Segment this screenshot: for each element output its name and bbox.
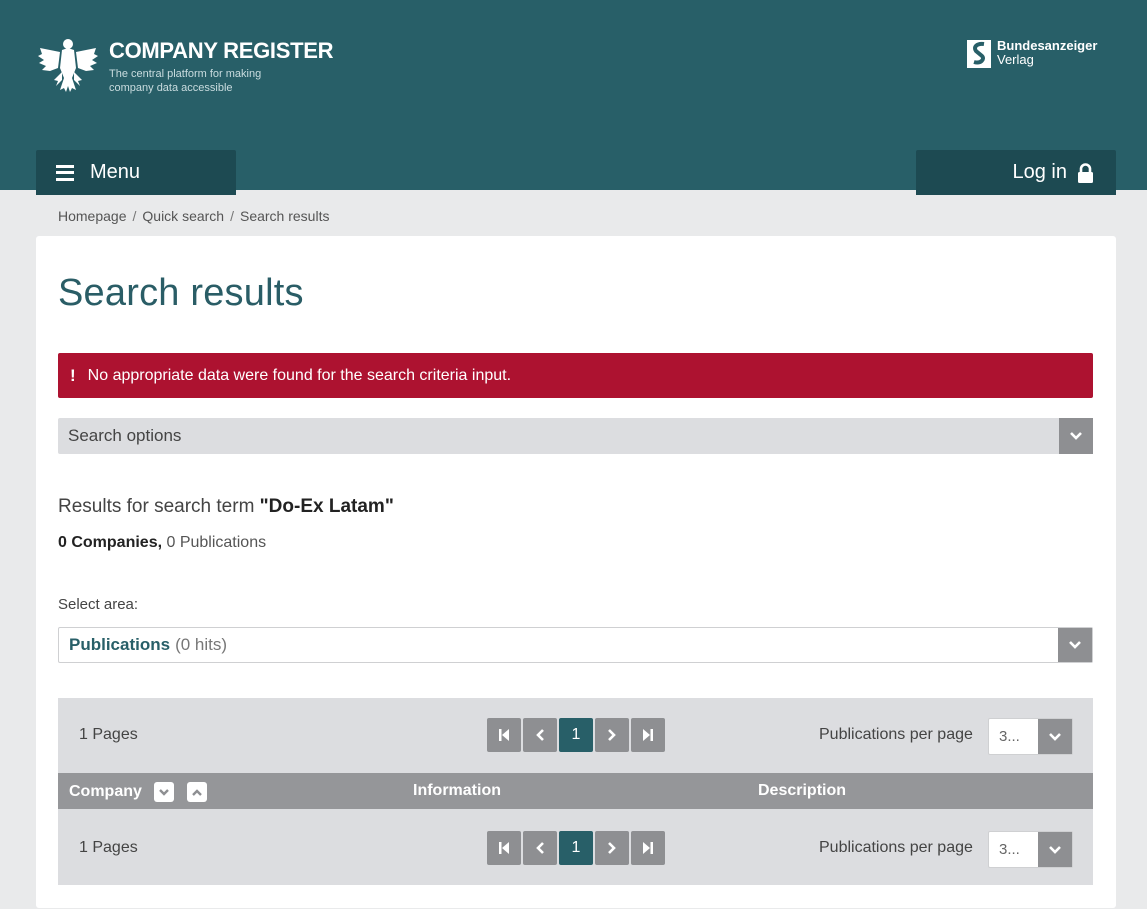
- alert-text: No appropriate data were found for the s…: [87, 366, 512, 384]
- first-page-icon: [499, 842, 509, 854]
- companies-count: 0 Companies,: [58, 534, 163, 551]
- area-select[interactable]: Publications (0 hits): [58, 627, 1093, 663]
- result-counts: 0 Companies, 0 Publications: [58, 534, 266, 552]
- pagination-bottom: 1 Pages 1 Publications per page 3...: [58, 811, 1093, 886]
- error-alert: ! No appropriate data were found for the…: [58, 353, 1093, 398]
- per-page-label: Publications per page: [819, 726, 973, 743]
- breadcrumb-quick-search[interactable]: Quick search: [142, 208, 224, 224]
- breadcrumb-separator: /: [132, 208, 137, 224]
- pager: 1: [487, 718, 665, 752]
- page-title: Search results: [58, 272, 304, 314]
- chevron-left-icon: [536, 729, 544, 741]
- publications-count: 0 Publications: [166, 534, 267, 551]
- chevron-down-icon[interactable]: [1058, 628, 1092, 662]
- column-description: Description: [758, 782, 847, 799]
- login-label: Log in: [1012, 161, 1068, 183]
- column-information: Information: [413, 782, 501, 799]
- page-button-current[interactable]: 1: [559, 831, 593, 865]
- last-page-icon: [643, 729, 653, 741]
- chevron-down-icon[interactable]: [1038, 719, 1072, 754]
- results-prefix: Results for search term: [58, 496, 260, 517]
- main-card: Search results ! No appropriate data wer…: [36, 236, 1116, 908]
- chevron-right-icon: [608, 729, 616, 741]
- last-page-icon: [643, 842, 653, 854]
- brand-title[interactable]: COMPANY REGISTER: [109, 38, 334, 64]
- breadcrumb-separator: /: [230, 208, 234, 224]
- pages-count: 1 Pages: [79, 839, 138, 856]
- column-company: Company: [69, 782, 207, 802]
- area-selected: Publications: [69, 635, 171, 654]
- first-page-button[interactable]: [487, 718, 521, 752]
- lock-icon: [1078, 162, 1093, 183]
- per-page-value: 3...: [999, 841, 1020, 858]
- sort-ascending-button[interactable]: [186, 782, 207, 802]
- site-header: COMPANY REGISTER The central platform fo…: [0, 0, 1147, 195]
- chevron-right-icon: [608, 842, 616, 854]
- partner-line2: Verlag: [997, 52, 1034, 67]
- per-page-value: 3...: [999, 728, 1020, 745]
- sort-up-icon: [191, 788, 202, 796]
- sort-down-icon: [159, 788, 170, 796]
- per-page-select[interactable]: 3...: [988, 831, 1073, 868]
- previous-page-button[interactable]: [523, 831, 557, 865]
- sort-descending-button[interactable]: [154, 782, 175, 802]
- column-company-label: Company: [69, 783, 142, 801]
- pages-count: 1 Pages: [79, 726, 138, 743]
- bundesanzeiger-logo-icon[interactable]: [967, 40, 991, 68]
- breadcrumb: Homepage / Quick search / Search results: [58, 208, 329, 224]
- first-page-icon: [499, 729, 509, 741]
- table-header: Company Information Description: [58, 773, 1093, 809]
- pager: 1: [487, 831, 665, 865]
- exclamation-icon: !: [70, 365, 76, 385]
- login-button[interactable]: Log in: [916, 150, 1116, 195]
- last-page-button[interactable]: [631, 831, 665, 865]
- search-options-label: Search options: [68, 426, 182, 445]
- next-page-button[interactable]: [595, 718, 629, 752]
- select-area-label: Select area:: [58, 596, 139, 613]
- federal-eagle-icon[interactable]: [36, 34, 100, 94]
- menu-button[interactable]: Menu: [36, 150, 236, 195]
- last-page-button[interactable]: [631, 718, 665, 752]
- per-page-label: Publications per page: [819, 839, 973, 856]
- page-button-current[interactable]: 1: [559, 718, 593, 752]
- partner-line1: Bundesanzeiger: [997, 38, 1098, 53]
- first-page-button[interactable]: [487, 831, 521, 865]
- pagination-top: 1 Pages 1 Publications per page 3...: [58, 698, 1093, 773]
- previous-page-button[interactable]: [523, 718, 557, 752]
- menu-label: Menu: [90, 161, 141, 183]
- search-options-toggle[interactable]: Search options: [58, 418, 1093, 454]
- partner-name[interactable]: Bundesanzeiger Verlag: [997, 39, 1097, 67]
- breadcrumb-homepage[interactable]: Homepage: [58, 208, 127, 224]
- brand-subtitle: The central platform for making company …: [109, 68, 262, 94]
- results-heading: Results for search term "Do-Ex Latam": [58, 496, 394, 518]
- breadcrumb-current: Search results: [239, 208, 330, 224]
- hamburger-icon: [56, 164, 74, 181]
- search-term: "Do-Ex Latam": [259, 496, 394, 517]
- chevron-left-icon: [536, 842, 544, 854]
- results-table: 1 Pages 1 Publications per page 3... Com…: [58, 698, 1093, 885]
- chevron-down-icon[interactable]: [1038, 832, 1072, 867]
- area-hits: (0 hits): [175, 635, 228, 654]
- chevron-down-icon[interactable]: [1059, 418, 1093, 454]
- next-page-button[interactable]: [595, 831, 629, 865]
- per-page-select[interactable]: 3...: [988, 718, 1073, 755]
